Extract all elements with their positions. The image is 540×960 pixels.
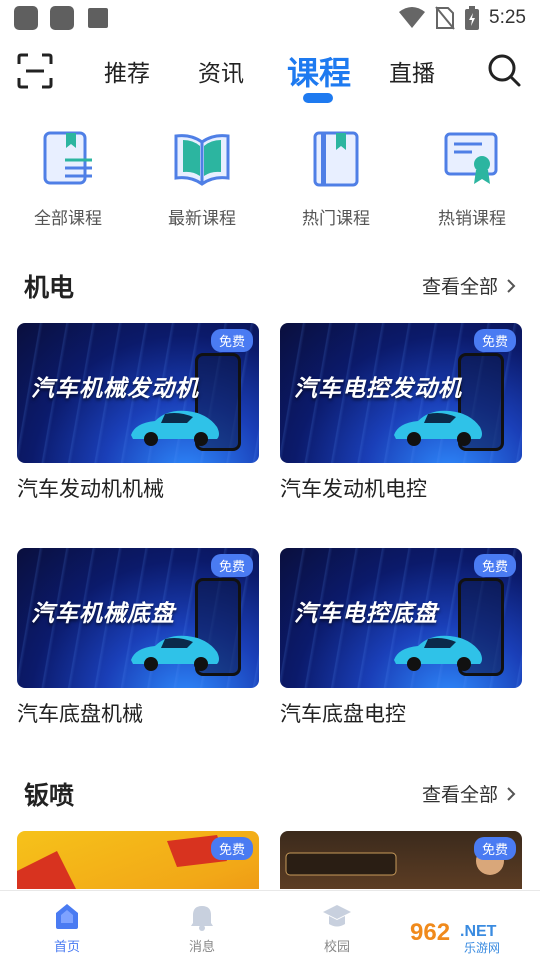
course-title: 汽车发动机机械 bbox=[17, 478, 164, 501]
battery-icon bbox=[465, 6, 480, 30]
category-hot-courses[interactable]: 热门课程 bbox=[276, 128, 396, 229]
no-sim-icon bbox=[435, 6, 455, 30]
tab-news[interactable]: 资讯 bbox=[198, 54, 244, 88]
nav-label: 首页 bbox=[53, 939, 80, 954]
free-badge: 免费 bbox=[473, 554, 516, 577]
bookmark-book-icon bbox=[313, 131, 359, 187]
view-all-link[interactable]: 查看全部 bbox=[422, 780, 516, 807]
scan-icon[interactable] bbox=[16, 52, 54, 90]
section-title: 钣喷 bbox=[24, 782, 75, 810]
nav-home[interactable]: 首页 bbox=[27, 901, 107, 955]
tab-courses[interactable]: 课程 bbox=[287, 48, 351, 94]
car-image bbox=[131, 410, 219, 446]
course-title: 汽车底盘电控 bbox=[280, 703, 406, 726]
car-image bbox=[394, 635, 482, 671]
tab-live[interactable]: 直播 bbox=[389, 54, 435, 88]
certificate-icon bbox=[444, 132, 498, 184]
home-icon bbox=[56, 904, 78, 929]
chevron-right-icon bbox=[507, 786, 516, 801]
course-title: 汽车发动机电控 bbox=[280, 478, 427, 501]
nav-campus[interactable]: 校园 bbox=[297, 901, 377, 955]
view-all-label: 查看全部 bbox=[421, 785, 498, 806]
notification-icon bbox=[50, 6, 74, 30]
svg-text:乐游网: 乐游网 bbox=[464, 941, 500, 955]
book-list-icon bbox=[43, 131, 92, 185]
category-shortcuts: 全部课程 最新课程 热门课程 热销课程 bbox=[0, 128, 540, 228]
category-label: 全部课程 bbox=[34, 209, 102, 228]
wifi-icon bbox=[399, 7, 426, 28]
nav-messages[interactable]: 消息 bbox=[162, 901, 242, 955]
svg-text:962: 962 bbox=[410, 919, 450, 946]
free-badge: 免费 bbox=[210, 554, 253, 577]
course-thumbnail: 汽车机械底盘 免费 bbox=[17, 548, 259, 688]
course-thumbnail: 汽车机械发动机 免费 bbox=[17, 323, 259, 463]
section-title: 机电 bbox=[24, 274, 75, 302]
clock: 5:25 bbox=[489, 7, 526, 28]
thumbnail-caption: 汽车电控底盘 bbox=[294, 600, 438, 626]
free-badge: 免费 bbox=[210, 329, 253, 352]
course-title: 汽车底盘机械 bbox=[17, 703, 143, 726]
course-thumbnail: 免费 bbox=[17, 831, 259, 889]
car-image bbox=[394, 410, 482, 446]
nav-label: 校园 bbox=[323, 939, 350, 954]
tab-recommend[interactable]: 推荐 bbox=[104, 54, 150, 88]
free-badge: 免费 bbox=[473, 837, 516, 860]
category-bestselling-courses[interactable]: 热销课程 bbox=[412, 128, 532, 229]
course-thumbnail: 汽车电控底盘 免费 bbox=[280, 548, 522, 688]
course-card[interactable]: 汽车机械发动机 免费 汽车发动机机械 bbox=[17, 323, 259, 503]
thumbnail-caption: 汽车机械发动机 bbox=[31, 375, 199, 401]
category-label: 最新课程 bbox=[168, 209, 236, 228]
course-thumbnail: 免费 bbox=[280, 831, 522, 889]
course-card[interactable]: 汽车电控底盘 免费 汽车底盘电控 bbox=[280, 548, 522, 728]
free-badge: 免费 bbox=[473, 329, 516, 352]
free-badge: 免费 bbox=[210, 837, 253, 860]
thumbnail-caption: 汽车电控发动机 bbox=[294, 375, 462, 401]
status-bar: 5:25 bbox=[0, 0, 540, 36]
chevron-right-icon bbox=[507, 278, 516, 293]
bell-icon bbox=[191, 906, 213, 931]
course-card[interactable]: 汽车机械底盘 免费 汽车底盘机械 bbox=[17, 548, 259, 728]
category-label: 热门课程 bbox=[302, 209, 370, 228]
thumbnail-caption: 汽车机械底盘 bbox=[31, 600, 175, 626]
view-all-label: 查看全部 bbox=[421, 277, 498, 298]
notification-icon bbox=[14, 6, 38, 30]
course-card[interactable]: 免费 bbox=[17, 831, 259, 889]
notification-icon bbox=[88, 8, 108, 28]
category-all-courses[interactable]: 全部课程 bbox=[8, 128, 128, 229]
search-icon[interactable] bbox=[486, 52, 522, 88]
category-newest-courses[interactable]: 最新课程 bbox=[142, 128, 262, 229]
course-card[interactable]: 汽车电控发动机 免费 汽车发动机电控 bbox=[280, 323, 522, 503]
car-image bbox=[131, 635, 219, 671]
svg-text:.NET: .NET bbox=[460, 923, 497, 940]
view-all-link[interactable]: 查看全部 bbox=[422, 272, 516, 299]
graduation-cap-icon bbox=[323, 905, 351, 927]
open-book-icon bbox=[174, 134, 230, 186]
course-card[interactable]: 免费 bbox=[280, 831, 522, 889]
category-label: 热销课程 bbox=[438, 209, 506, 228]
watermark-logo: 962 .NET 乐游网 bbox=[404, 916, 530, 955]
course-thumbnail: 汽车电控发动机 免费 bbox=[280, 323, 522, 463]
tab-indicator bbox=[303, 93, 333, 103]
nav-label: 消息 bbox=[188, 939, 215, 954]
top-nav: 推荐 资讯 课程 直播 bbox=[0, 44, 540, 104]
